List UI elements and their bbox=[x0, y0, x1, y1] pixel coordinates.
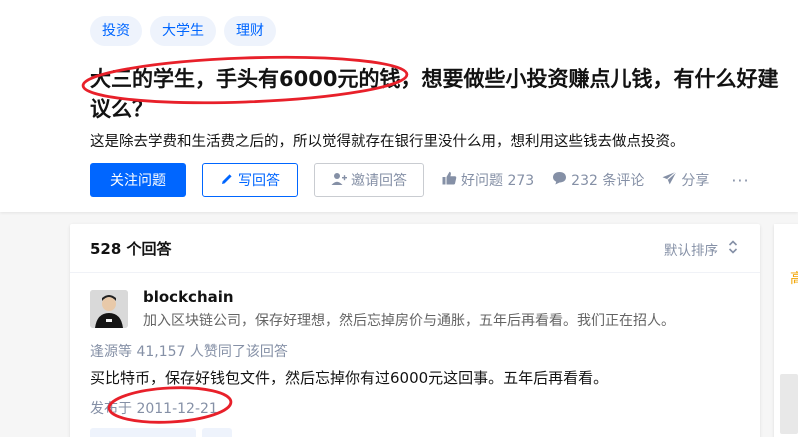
author-name[interactable]: blockchain bbox=[143, 288, 234, 306]
topic-tag-college-student[interactable]: 大学生 bbox=[150, 16, 216, 46]
invite-answer-button[interactable]: 邀请回答 bbox=[314, 163, 424, 197]
answers-list: 528 个回答 默认排序 blockchain 加入区块链公司，保存好理想，然后… bbox=[70, 224, 760, 437]
sort-dropdown[interactable]: 默认排序 bbox=[664, 239, 738, 259]
comment-icon bbox=[552, 171, 567, 189]
vote-up-button[interactable] bbox=[90, 428, 196, 437]
topic-tag-finance[interactable]: 理财 bbox=[224, 16, 276, 46]
good-question-button[interactable]: 好问题 273 bbox=[442, 170, 534, 190]
answer-count: 528 个回答 bbox=[90, 240, 172, 258]
answer-content[interactable]: 买比特币，保存好钱包文件，然后忘掉你有过6000元这回事。五年后再看看。 bbox=[90, 367, 608, 388]
comments-button[interactable]: 232 条评论 bbox=[552, 170, 644, 190]
thumb-up-icon bbox=[442, 171, 457, 189]
question-detail: 这是除去学费和生活费之后的，所以觉得就存在银行里没什么用，想利用这些钱去做点投资… bbox=[90, 134, 685, 150]
question-header: 投资 大学生 理财 大三的学生，手头有6000元的钱，想要做些小投资赚点儿钱，有… bbox=[0, 0, 798, 212]
follow-question-button[interactable]: 关注问题 bbox=[90, 163, 186, 197]
add-user-icon bbox=[331, 172, 347, 189]
topic-tags: 投资 大学生 理财 bbox=[90, 16, 276, 46]
more-options-button[interactable]: ··· bbox=[731, 171, 749, 190]
write-answer-button[interactable]: 写回答 bbox=[202, 163, 298, 197]
good-question-label: 好问题 273 bbox=[461, 173, 535, 189]
answers-header: 528 个回答 默认排序 bbox=[70, 224, 760, 273]
sidebar-thumbnail bbox=[780, 374, 798, 434]
sidebar-card: 高 bbox=[774, 224, 798, 437]
avatar[interactable] bbox=[90, 290, 128, 328]
pencil-icon bbox=[220, 172, 234, 189]
share-label: 分享 bbox=[681, 173, 710, 189]
author-bio: 加入区块链公司，保存好理想，然后忘掉房价与通胀，五年后再看看。我们正在招人。 bbox=[143, 313, 675, 329]
topic-tag-invest[interactable]: 投资 bbox=[90, 16, 142, 46]
invite-answer-label: 邀请回答 bbox=[351, 172, 407, 188]
vote-down-button[interactable] bbox=[202, 428, 232, 437]
answer-date[interactable]: 发布于 2011-12-21 bbox=[90, 398, 218, 418]
sidebar-partial-text: 高 bbox=[790, 271, 798, 287]
voters-text: 逢源等 41,157 人赞同了该回答 bbox=[90, 344, 288, 360]
question-actions: 关注问题 写回答 邀请回答 好问题 273 232 条评论 分享 ··· bbox=[90, 163, 750, 197]
sort-chevron-icon bbox=[728, 240, 738, 258]
write-answer-label: 写回答 bbox=[238, 172, 280, 188]
question-title: 大三的学生，手头有6000元的钱，想要做些小投资赚点儿钱，有什么好建议么？ bbox=[90, 67, 779, 121]
share-button[interactable]: 分享 bbox=[662, 170, 709, 190]
sort-label: 默认排序 bbox=[664, 243, 718, 259]
comments-label: 232 条评论 bbox=[571, 173, 645, 189]
share-icon bbox=[662, 171, 678, 189]
